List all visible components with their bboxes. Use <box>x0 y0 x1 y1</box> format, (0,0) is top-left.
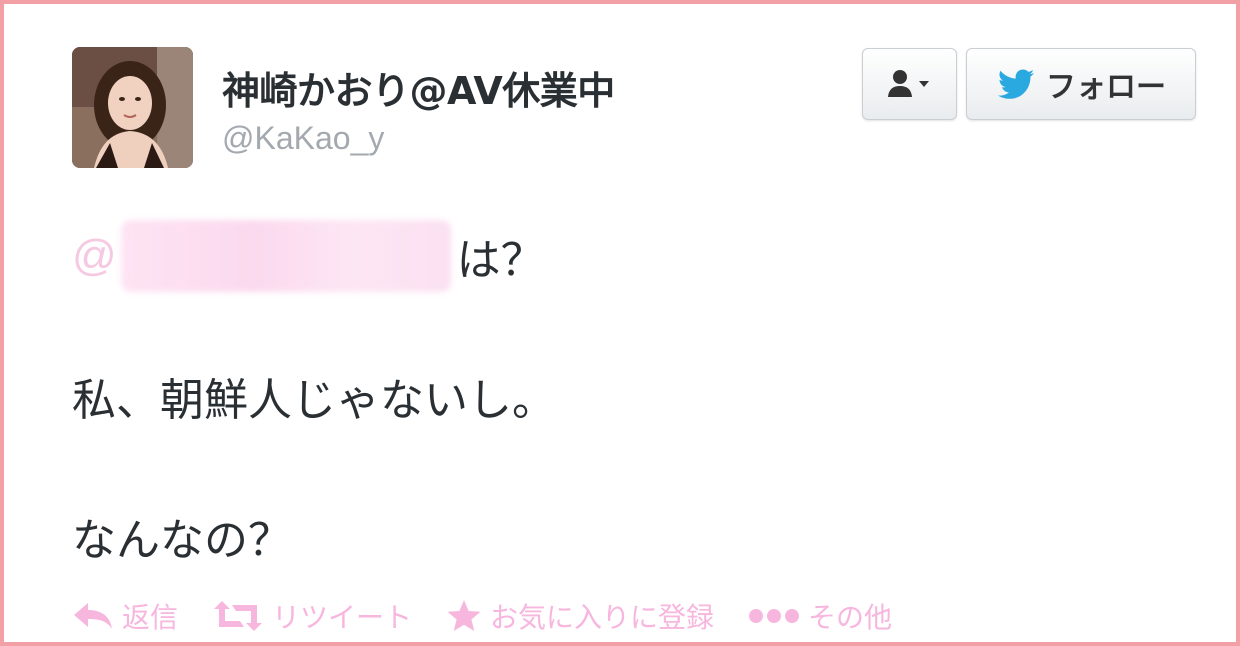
more-dots-icon <box>749 609 800 623</box>
user-handle[interactable]: @KaKao_y <box>222 120 384 157</box>
reply-label: 返信 <box>122 601 179 634</box>
user-actions-button[interactable] <box>862 48 957 120</box>
follow-label: フォロー <box>1046 70 1166 105</box>
tweet-text-line-2: 私、朝鮮人じゃないし。 <box>72 375 556 426</box>
display-name[interactable]: 神崎かおり@AV休業中 <box>222 60 615 115</box>
mention-link[interactable]: @ <box>72 231 117 281</box>
tweet-text-line-3: なんなの？ <box>72 515 292 566</box>
tweet-card: 神崎かおり@AV休業中 @KaKao_y フォロー @ は？ 私、朝鮮人じゃない… <box>0 0 1240 646</box>
star-icon <box>447 600 481 631</box>
more-label: その他 <box>808 601 893 634</box>
retweet-action[interactable]: リツイート <box>212 596 412 636</box>
follow-button[interactable]: フォロー <box>966 48 1196 120</box>
tweet-actions: 返信 リツイート お気に入りに登録 その他 <box>72 596 926 636</box>
retweet-icon <box>214 601 263 631</box>
avatar[interactable] <box>72 47 193 168</box>
tweet-text-line-1-tail: は？ <box>456 235 545 286</box>
user-dropdown-icon <box>887 70 929 97</box>
reply-action[interactable]: 返信 <box>72 596 178 636</box>
redacted-mention <box>120 220 451 292</box>
retweet-label: リツイート <box>272 601 413 634</box>
favorite-action[interactable]: お気に入りに登録 <box>446 596 714 636</box>
tweet-text-line-1: @ は？ <box>72 220 545 292</box>
twitter-bird-icon <box>998 69 1034 99</box>
reply-icon <box>74 603 112 629</box>
favorite-label: お気に入りに登録 <box>490 601 715 634</box>
more-action[interactable]: その他 <box>748 596 892 636</box>
